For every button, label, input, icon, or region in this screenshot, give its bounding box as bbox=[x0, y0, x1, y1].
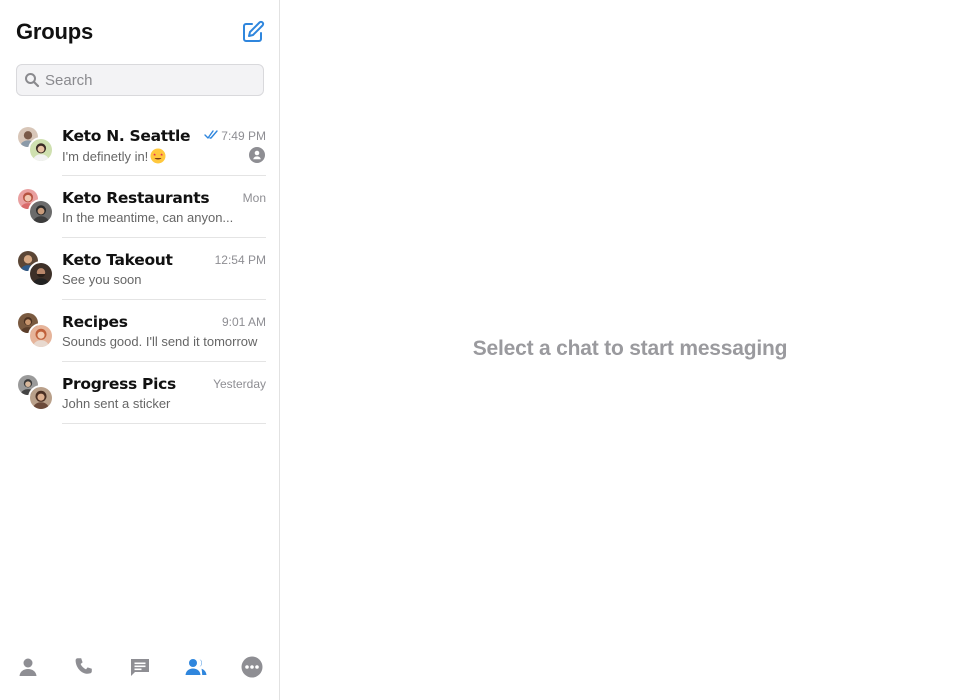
avatar bbox=[28, 137, 54, 163]
main-panel: Select a chat to start messaging bbox=[280, 0, 980, 700]
phone-icon[interactable] bbox=[72, 655, 96, 679]
chat-time: Mon bbox=[242, 191, 266, 205]
chat-preview: Sounds good. I'll send it tomorrow bbox=[62, 334, 258, 349]
chat-item-progress-pics[interactable]: Progress Pics Yesterday John sent a stic… bbox=[0, 362, 280, 424]
app-window: Groups Search Keto N. Seattle 7:49 PM I'… bbox=[0, 0, 980, 700]
chat-time: 7:49 PM bbox=[204, 129, 266, 143]
chat-item-recipes[interactable]: Recipes 9:01 AM Sounds good. I'll send i… bbox=[0, 300, 280, 362]
chat-preview: In the meantime, can anyon... bbox=[62, 210, 234, 225]
more-icon[interactable] bbox=[240, 655, 264, 679]
chats-icon[interactable] bbox=[128, 655, 152, 679]
search-box[interactable] bbox=[16, 64, 264, 96]
page-title: Groups bbox=[16, 19, 94, 44]
chat-item-keto-takeout[interactable]: Keto Takeout 12:54 PM See you soon bbox=[0, 238, 280, 300]
chat-time: Yesterday bbox=[213, 377, 266, 391]
chat-preview: See you soon bbox=[62, 272, 142, 287]
group-avatar bbox=[16, 373, 54, 411]
empty-state-message: Select a chat to start messaging bbox=[472, 337, 788, 360]
avatar bbox=[28, 261, 54, 287]
chat-preview: I'm definetly in! bbox=[62, 148, 166, 164]
search-icon bbox=[24, 72, 40, 88]
group-avatar bbox=[16, 125, 54, 163]
group-avatar bbox=[16, 311, 54, 349]
chat-item-keto-n-seattle[interactable]: Keto N. Seattle 7:49 PM I'm definetly in… bbox=[0, 114, 280, 176]
chat-name: Keto Restaurants bbox=[62, 189, 210, 207]
chat-list: Keto N. Seattle 7:49 PM I'm definetly in… bbox=[0, 114, 280, 424]
contacts-icon[interactable] bbox=[16, 655, 40, 679]
star-struck-emoji-icon bbox=[150, 148, 166, 164]
chat-name: Progress Pics bbox=[62, 375, 176, 393]
chat-name: Recipes bbox=[62, 313, 128, 331]
chat-name: Keto Takeout bbox=[62, 251, 173, 269]
chat-time: 12:54 PM bbox=[214, 253, 266, 267]
chat-name: Keto N. Seattle bbox=[62, 127, 191, 145]
chat-time-label: 7:49 PM bbox=[221, 129, 266, 143]
sidebar-header: Groups bbox=[0, 0, 279, 64]
divider bbox=[62, 423, 266, 424]
avatar bbox=[28, 385, 54, 411]
groups-icon[interactable] bbox=[184, 655, 208, 679]
sidebar: Groups Search Keto N. Seattle 7:49 PM I'… bbox=[0, 0, 280, 700]
avatar bbox=[28, 323, 54, 349]
chat-time: 9:01 AM bbox=[221, 315, 266, 329]
chat-preview-text: I'm definetly in! bbox=[62, 149, 149, 164]
search-input[interactable] bbox=[45, 65, 255, 95]
read-receipt-icon bbox=[204, 129, 219, 139]
bottom-tab-bar bbox=[0, 636, 280, 700]
chat-item-keto-restaurants[interactable]: Keto Restaurants Mon In the meantime, ca… bbox=[0, 176, 280, 238]
compose-icon[interactable] bbox=[241, 20, 265, 44]
group-avatar bbox=[16, 249, 54, 287]
chat-preview: John sent a sticker bbox=[62, 396, 171, 411]
avatar bbox=[28, 199, 54, 225]
unread-indicator-icon bbox=[249, 147, 265, 163]
group-avatar bbox=[16, 187, 54, 225]
